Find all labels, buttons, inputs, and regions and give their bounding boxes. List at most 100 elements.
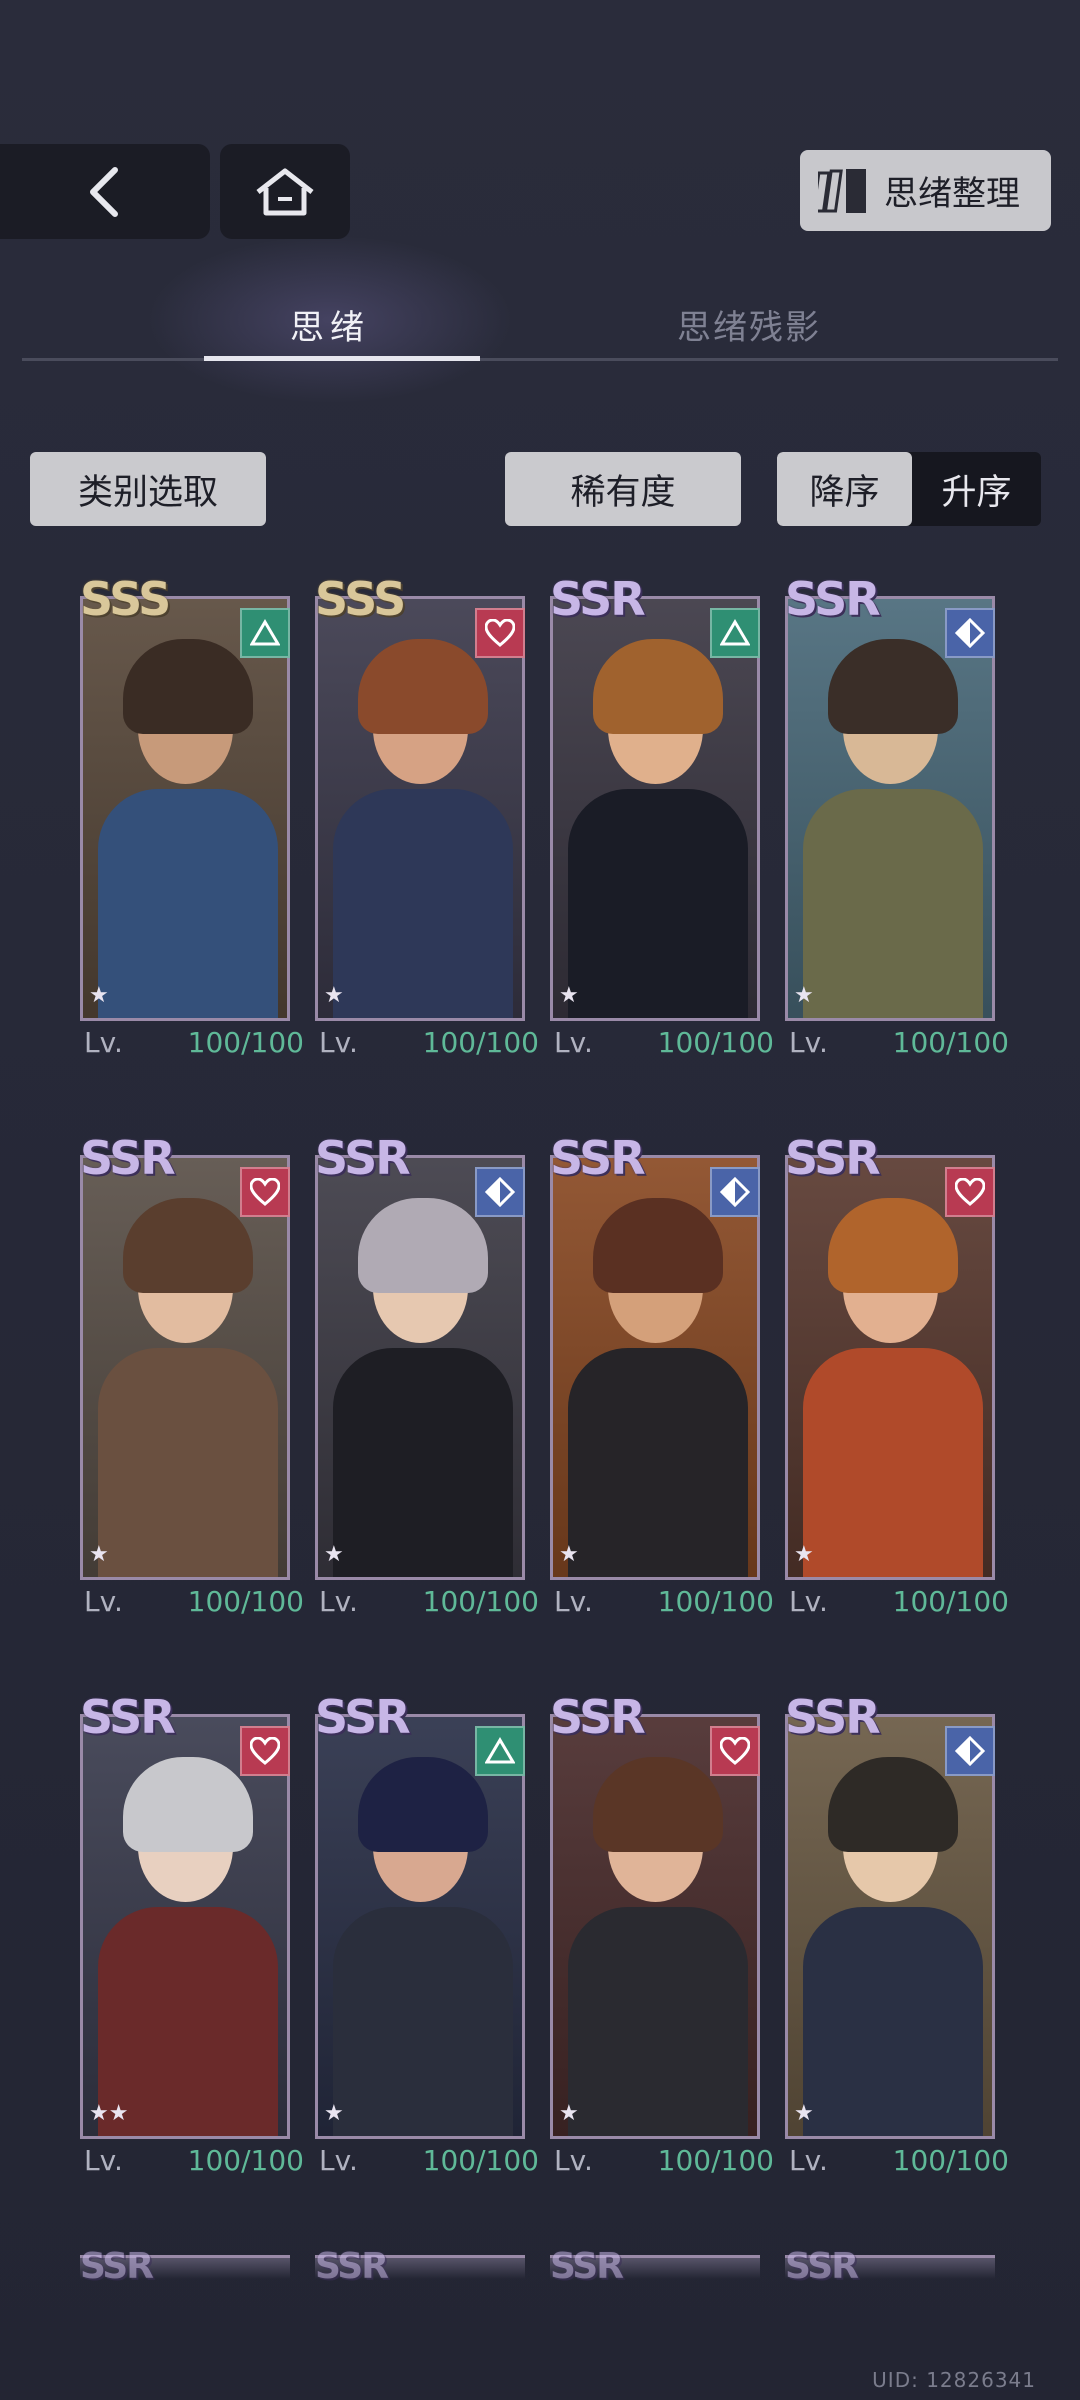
level-value: 100/100: [187, 1585, 304, 1618]
level-value: 100/100: [422, 1026, 539, 1059]
level-label: Lv.: [319, 1585, 358, 1618]
level-label: Lv.: [554, 2144, 593, 2177]
rank-text: SSR: [80, 1131, 176, 1185]
card-portrait: ★: [315, 1155, 525, 1580]
user-id: UID: 12826341: [872, 2368, 1036, 2392]
rank-text: SSR: [80, 1690, 176, 1744]
level-label: Lv.: [554, 1585, 593, 1618]
level-label: Lv.: [319, 2144, 358, 2177]
level-row: Lv. 100/100: [319, 1585, 539, 1618]
level-value: 100/100: [657, 1026, 774, 1059]
level-value: 100/100: [892, 1585, 1009, 1618]
level-label: Lv.: [84, 2144, 123, 2177]
rank-text: SSS: [80, 572, 171, 626]
card-portrait: ★: [550, 596, 760, 1021]
rarity-label: SSR: [74, 1133, 180, 1183]
level-row: Lv. 100/100: [84, 2144, 304, 2177]
memory-card[interactable]: ★ SSR Lv. 100/100: [785, 574, 1009, 1059]
rank-text: SSR: [550, 1690, 646, 1744]
star-rating: ★: [794, 1542, 814, 1567]
level-label: Lv.: [84, 1026, 123, 1059]
memory-card-partial[interactable]: SSR: [315, 2246, 525, 2287]
memory-card[interactable]: ★ SSR Lv. 100/100: [550, 1692, 774, 2177]
rarity-label: SSR: [544, 1133, 650, 1183]
level-label: Lv.: [319, 1026, 358, 1059]
card-portrait: ★: [550, 1155, 760, 1580]
star-rating: ★: [324, 2101, 344, 2126]
memory-card[interactable]: ★ SSS Lv. 100/100: [80, 574, 304, 1059]
rarity-label: SSR: [309, 1692, 415, 1742]
star-rating: ★: [794, 2101, 814, 2126]
star-rating: ★★: [89, 2101, 129, 2126]
memory-card[interactable]: ★ SSR Lv. 100/100: [315, 1133, 539, 1618]
level-value: 100/100: [422, 1585, 539, 1618]
rank-text: SSR: [315, 1131, 411, 1185]
heart-attribute-icon: [710, 1726, 760, 1776]
heart-attribute-icon: [475, 608, 525, 658]
star-rating: ★: [89, 1542, 109, 1567]
heart-attribute-icon: [945, 1167, 995, 1217]
level-value: 100/100: [657, 2144, 774, 2177]
star-rating: ★: [559, 2101, 579, 2126]
card-portrait: ★: [315, 596, 525, 1021]
star-rating: ★: [559, 1542, 579, 1567]
memory-card[interactable]: ★ SSR Lv. 100/100: [80, 1133, 304, 1618]
memory-card[interactable]: ★★ SSR Lv. 100/100: [80, 1692, 304, 2177]
rarity-label: SSR: [80, 2246, 154, 2287]
rarity-label: SSS: [74, 574, 175, 624]
memory-card[interactable]: ★ SSR Lv. 100/100: [550, 574, 774, 1059]
memory-card-partial[interactable]: SSR: [550, 2246, 760, 2287]
level-value: 100/100: [657, 1585, 774, 1618]
diamond-attribute-icon: [710, 1167, 760, 1217]
memories-screen: 思绪整理 思绪 思绪残影 类别选取 稀有度 降序 升序 ★ SSS Lv. 100/1…: [0, 0, 1080, 2400]
card-portrait: ★: [785, 596, 995, 1021]
memory-card-grid: ★ SSS Lv. 100/100 ★ SSS Lv. 100/100 ★ SSR Lv. 100/1…: [0, 0, 1080, 2400]
level-row: Lv. 100/100: [554, 1585, 774, 1618]
star-rating: ★: [324, 983, 344, 1008]
rank-text: SSR: [550, 1131, 646, 1185]
level-row: Lv. 100/100: [789, 1585, 1009, 1618]
level-label: Lv.: [789, 1585, 828, 1618]
rarity-label: SSR: [544, 574, 650, 624]
level-label: Lv.: [554, 1026, 593, 1059]
level-value: 100/100: [187, 2144, 304, 2177]
rank-text: SSR: [785, 1690, 881, 1744]
level-row: Lv. 100/100: [319, 2144, 539, 2177]
card-portrait: ★: [80, 596, 290, 1021]
memory-card[interactable]: ★ SSS Lv. 100/100: [315, 574, 539, 1059]
rarity-label: SSR: [544, 1692, 650, 1742]
heart-attribute-icon: [240, 1726, 290, 1776]
rank-text: SSR: [315, 1690, 411, 1744]
rarity-label: SSR: [779, 574, 885, 624]
card-portrait: ★★: [80, 1714, 290, 2139]
memory-card[interactable]: ★ SSR Lv. 100/100: [785, 1133, 1009, 1618]
rarity-label: SSR: [779, 1692, 885, 1742]
level-row: Lv. 100/100: [554, 2144, 774, 2177]
memory-card[interactable]: ★ SSR Lv. 100/100: [785, 1692, 1009, 2177]
level-value: 100/100: [892, 2144, 1009, 2177]
rarity-label: SSR: [309, 1133, 415, 1183]
memory-card[interactable]: ★ SSR Lv. 100/100: [315, 1692, 539, 2177]
level-row: Lv. 100/100: [554, 1026, 774, 1059]
level-row: Lv. 100/100: [84, 1026, 304, 1059]
card-portrait: ★: [785, 1155, 995, 1580]
level-row: Lv. 100/100: [84, 1585, 304, 1618]
star-rating: ★: [89, 983, 109, 1008]
card-portrait: ★: [315, 1714, 525, 2139]
level-value: 100/100: [892, 1026, 1009, 1059]
level-row: Lv. 100/100: [789, 1026, 1009, 1059]
memory-card[interactable]: ★ SSR Lv. 100/100: [550, 1133, 774, 1618]
level-label: Lv.: [789, 1026, 828, 1059]
level-row: Lv. 100/100: [319, 1026, 539, 1059]
triangle-attribute-icon: [240, 608, 290, 658]
level-label: Lv.: [84, 1585, 123, 1618]
rank-text: SSR: [785, 1131, 881, 1185]
triangle-attribute-icon: [710, 608, 760, 658]
memory-card-partial[interactable]: SSR: [785, 2246, 995, 2287]
memory-card-partial[interactable]: SSR: [80, 2246, 290, 2287]
level-value: 100/100: [187, 1026, 304, 1059]
rarity-label: SSR: [315, 2246, 389, 2287]
star-rating: ★: [794, 983, 814, 1008]
card-portrait: ★: [785, 1714, 995, 2139]
rarity-label: SSS: [309, 574, 410, 624]
